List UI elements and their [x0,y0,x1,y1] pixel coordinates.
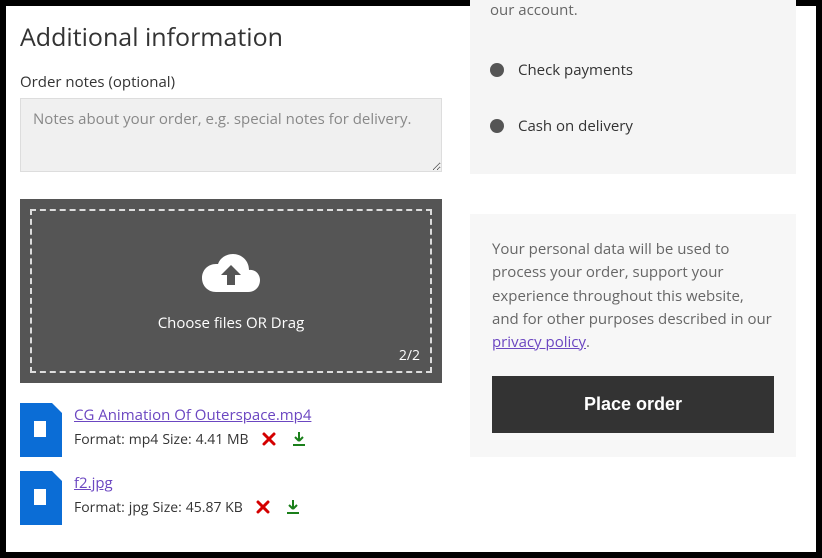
privacy-text: Your personal data will be used to proce… [492,238,774,354]
file-name-link[interactable]: f2.jpg [74,473,113,493]
place-order-button[interactable]: Place order [492,376,774,433]
radio-icon [490,119,504,133]
payment-option-cod[interactable]: Cash on delivery [490,98,776,154]
file-format: jpg [129,498,149,517]
payment-option-label: Check payments [518,60,633,80]
order-notes-input[interactable] [20,98,442,172]
file-name-link[interactable]: CG Animation Of Outerspace.mp4 [74,405,311,425]
privacy-policy-link[interactable]: privacy policy [492,332,586,352]
file-icon [20,403,62,457]
payment-option-label: Cash on delivery [518,116,633,136]
payment-description-fragment: our account. [490,0,776,42]
payment-methods: our account. Check payments Cash on deli… [470,0,796,174]
upload-count: 2/2 [399,346,420,365]
payment-option-check[interactable]: Check payments [490,42,776,98]
section-title: Additional information [20,20,442,54]
delete-file-icon[interactable] [259,429,279,449]
file-size-label: Size: [162,430,191,449]
download-file-icon[interactable] [289,429,309,449]
file-format-label: Format: [74,430,125,449]
file-list: CG Animation Of Outerspace.mp4 Format: m… [20,403,442,525]
download-file-icon[interactable] [283,497,303,517]
file-size: 4.41 MB [196,430,249,449]
order-notes-label: Order notes (optional) [20,72,442,92]
file-format-label: Format: [74,498,125,517]
file-size: 45.87 KB [186,498,243,517]
file-item: CG Animation Of Outerspace.mp4 Format: m… [20,403,442,457]
delete-file-icon[interactable] [253,497,273,517]
file-upload-dropzone[interactable]: Choose files OR Drag 2/2 [20,199,442,383]
radio-icon [490,63,504,77]
privacy-section: Your personal data will be used to proce… [470,214,796,457]
cloud-upload-icon [199,250,263,303]
file-size-label: Size: [152,498,181,517]
file-item: f2.jpg Format: jpg Size: 45.87 KB [20,471,442,525]
file-icon [20,471,62,525]
file-format: mp4 [129,430,159,449]
upload-prompt: Choose files OR Drag [158,313,305,333]
